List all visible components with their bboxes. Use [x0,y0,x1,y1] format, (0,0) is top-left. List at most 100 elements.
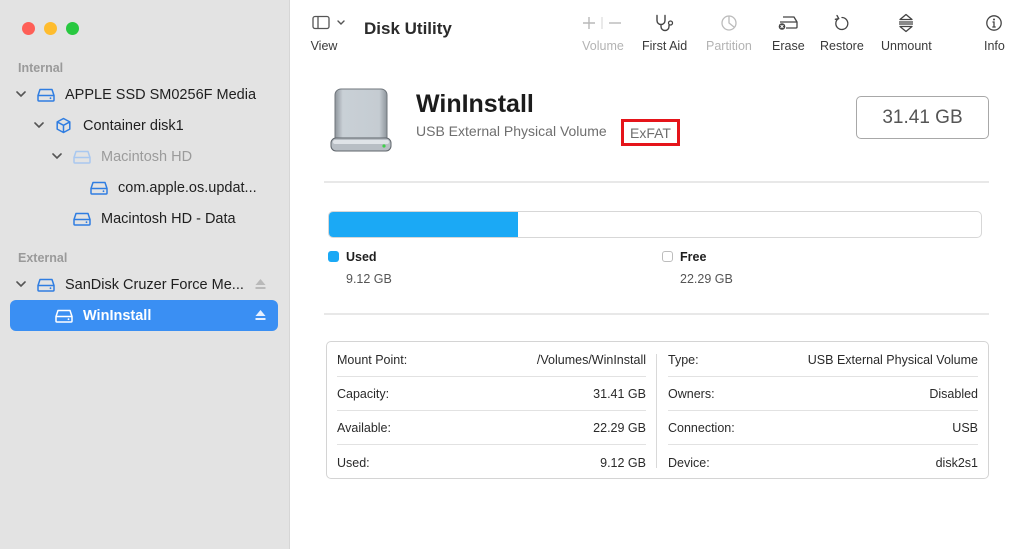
unmount-label: Unmount [881,39,932,53]
sidebar-item-label: Macintosh HD - Data [101,210,236,227]
volume-icon [73,212,91,226]
detail-value: 9.12 GB [600,456,646,470]
chevron-down-icon[interactable] [33,120,45,132]
used-value: 9.12 GB [346,272,392,286]
usage-bar-used-fill [329,212,519,237]
first-aid-label: First Aid [642,39,688,53]
minimize-window-button[interactable] [44,22,57,35]
detail-row-owners: Owners: Disabled [668,377,978,411]
view-button[interactable]: View [310,12,346,53]
detail-value: 22.29 GB [593,420,646,435]
detail-label: Used: [337,456,370,470]
container-icon [55,117,73,134]
erase-drive-icon [777,12,799,34]
details-right-column: Type: USB External Physical Volume Owner… [668,342,978,478]
sidebar-item-label: Container disk1 [83,117,184,134]
detail-row-mount-point: Mount Point: /Volumes/WinInstall [337,343,646,377]
detail-label: Type: [668,352,699,367]
detail-row-capacity: Capacity: 31.41 GB [337,377,646,411]
detail-value: Disabled [929,386,978,401]
legend-used: Used 9.12 GB [328,250,528,290]
chevron-down-icon[interactable] [15,279,27,291]
sidebar-item-label: com.apple.os.updat... [118,179,257,196]
eject-icon[interactable] [255,278,266,290]
sidebar-item-wininstall[interactable]: WinInstall [10,300,278,331]
capacity-display: 31.41 GB [856,96,989,139]
detail-value: USB [952,420,978,435]
sidebar-item-os-update-snapshot[interactable]: com.apple.os.updat... [10,172,278,203]
column-divider [656,354,657,468]
sidebar-item-apple-ssd[interactable]: APPLE SSD SM0256F Media [10,79,278,110]
detail-row-available: Available: 22.29 GB [337,411,646,445]
app-title: Disk Utility [364,19,452,38]
toolbar: View Disk Utility Volume First Aid Parti… [291,0,1024,62]
partition-button[interactable]: Partition [706,12,752,53]
sidebar-section-external: External [18,251,68,265]
volume-icon [90,181,108,195]
detail-label: Connection: [668,420,735,435]
chevron-down-icon[interactable] [51,151,63,163]
chevron-down-icon[interactable] [15,89,27,101]
sidebar-item-sandisk-cruzer[interactable]: SanDisk Cruzer Force Me... [10,269,278,300]
external-drive-image-icon [328,88,394,154]
volume-icon [73,150,91,164]
view-label: View [310,39,338,53]
partition-pie-icon [720,12,738,34]
detail-row-connection: Connection: USB [668,411,978,445]
detail-label: Capacity: [337,386,390,401]
sidebar: Internal APPLE SSD SM0256F Media Contain… [0,0,290,549]
unmount-icon [897,12,915,34]
volume-name: WinInstall [416,90,534,118]
detail-label: Mount Point: [337,352,408,367]
erase-label: Erase [772,39,805,53]
sidebar-section-internal: Internal [18,61,64,75]
add-remove-volume-icon [581,12,625,34]
unmount-button[interactable]: Unmount [881,12,932,53]
volume-button[interactable]: Volume [581,12,625,53]
info-button[interactable]: Info [984,12,1005,53]
info-label: Info [984,39,1005,53]
internal-drive-icon [37,88,55,102]
sidebar-item-macintosh-hd[interactable]: Macintosh HD [10,141,278,172]
detail-label: Available: [337,420,391,435]
stethoscope-icon [654,12,676,34]
filesystem-badge: ExFAT [621,119,680,146]
sidebar-item-macintosh-hd-data[interactable]: Macintosh HD - Data [10,203,278,234]
volume-details-table: Mount Point: /Volumes/WinInstall Capacit… [326,341,989,479]
sidebar-item-label: APPLE SSD SM0256F Media [65,86,257,103]
detail-value: disk2s1 [935,456,978,470]
used-swatch-icon [328,251,339,262]
detail-value: USB External Physical Volume [807,352,978,367]
free-value: 22.29 GB [680,272,733,286]
restore-button[interactable]: Restore [820,12,864,53]
sidebar-item-label: Macintosh HD [101,148,193,165]
sidebar-item-label: SanDisk Cruzer Force Me... [65,276,244,293]
detail-row-used: Used: 9.12 GB [337,446,646,480]
sidebar-toggle-icon [312,12,346,34]
eject-icon[interactable] [255,309,266,321]
detail-value: /Volumes/WinInstall [536,352,646,367]
detail-label: Device: [668,456,710,470]
free-label: Free [680,250,707,264]
zoom-window-button[interactable] [66,22,79,35]
divider [324,181,989,183]
used-label: Used [346,250,377,264]
erase-button[interactable]: Erase [772,12,805,53]
first-aid-button[interactable]: First Aid [642,12,687,53]
partition-label: Partition [706,39,752,53]
detail-label: Owners: [668,386,715,401]
free-swatch-icon [662,251,673,262]
divider [324,313,989,315]
detail-row-device: Device: disk2s1 [668,446,978,480]
volume-label: Volume [582,39,624,53]
external-drive-icon [37,278,55,292]
volume-subtitle: USB External Physical Volume [416,123,607,139]
close-window-button[interactable] [22,22,35,35]
detail-row-type: Type: USB External Physical Volume [668,343,978,377]
sidebar-item-container-disk1[interactable]: Container disk1 [10,110,278,141]
info-icon [985,12,1003,34]
detail-value: 31.41 GB [593,386,646,401]
legend-free: Free 22.29 GB [662,250,862,290]
restore-arrow-icon [833,12,851,34]
volume-icon [55,309,73,323]
